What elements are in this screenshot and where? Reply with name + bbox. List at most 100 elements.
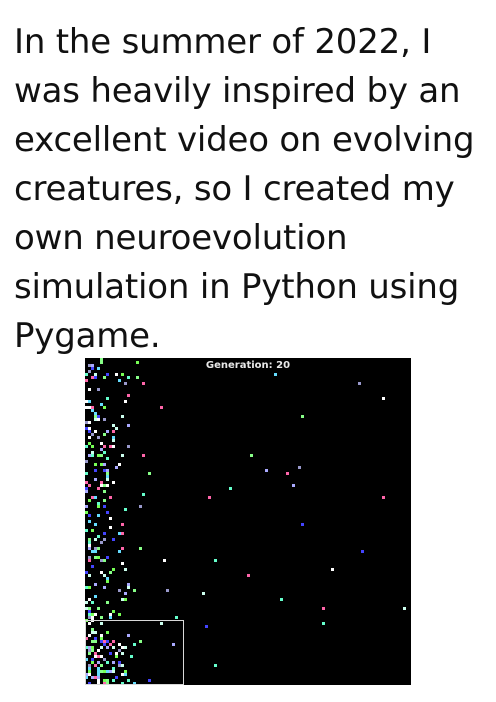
creature [382,397,385,400]
creature [118,532,121,535]
creature [103,406,106,409]
creature [97,661,100,664]
creature [88,622,91,625]
creature [112,640,115,643]
creature [88,556,91,559]
creature [382,496,385,499]
creature [124,382,127,385]
simulation-canvas: Generation: 20 [85,358,411,685]
creature [94,418,97,421]
creature [265,469,268,472]
creature [121,646,124,649]
creature [91,496,94,499]
creature [94,664,97,667]
creature [112,661,115,664]
creature [100,571,103,574]
creature [205,625,208,628]
creature [229,487,232,490]
creature [88,646,91,649]
creature [109,517,112,520]
creature [97,415,100,418]
creature [106,661,109,664]
creature [103,670,106,673]
creature [103,586,106,589]
creature [106,457,109,460]
creature [100,403,103,406]
creature [97,667,100,670]
creature [88,598,91,601]
creature [97,535,100,538]
creature [94,550,97,553]
creature [124,568,127,571]
creature [208,496,211,499]
creature [91,550,94,553]
creature [97,388,100,391]
creature [103,574,106,577]
creature [130,655,133,658]
creature [91,616,94,619]
creature [100,481,103,484]
creature [85,505,88,508]
creature [331,568,334,571]
creature [322,607,325,610]
creature [112,424,115,427]
creature [88,613,91,616]
creature [103,499,106,502]
creature [97,454,100,457]
creature [94,613,97,616]
creature [163,559,166,562]
creature [172,643,175,646]
creature [91,406,94,409]
creature [112,568,115,571]
creature [88,586,91,589]
creature [94,547,97,550]
creature [124,646,127,649]
creature [301,415,304,418]
creature [85,406,88,409]
creature [85,379,88,382]
creature [301,523,304,526]
creature [85,601,88,604]
creature [127,586,130,589]
creature [127,679,130,682]
creature [127,424,130,427]
creature [103,484,106,487]
creature [118,379,121,382]
creature [322,622,325,625]
creature [112,538,115,541]
creature [85,487,88,490]
creature [94,637,97,640]
creature [109,652,112,655]
creature [85,373,88,376]
creature [91,451,94,454]
creature [88,499,91,502]
creature [112,430,115,433]
creature [103,490,106,493]
creature [118,589,121,592]
creature [85,445,88,448]
creature [88,454,91,457]
creature [142,493,145,496]
creature [274,373,277,376]
creature [121,523,124,526]
creature [97,679,100,682]
creature [88,442,91,445]
creature [121,532,124,535]
creature [103,643,106,646]
creature [106,640,109,643]
creature [106,478,109,481]
creature [106,580,109,583]
creature [121,664,124,667]
creature [85,586,88,589]
creature [97,556,100,559]
creature [97,673,100,676]
creature [100,484,103,487]
creature [109,526,112,529]
creature [97,487,100,490]
creature [127,583,130,586]
creature [88,406,91,409]
creature [121,415,124,418]
creature [124,673,127,676]
creature [85,481,88,484]
creature [97,676,100,679]
